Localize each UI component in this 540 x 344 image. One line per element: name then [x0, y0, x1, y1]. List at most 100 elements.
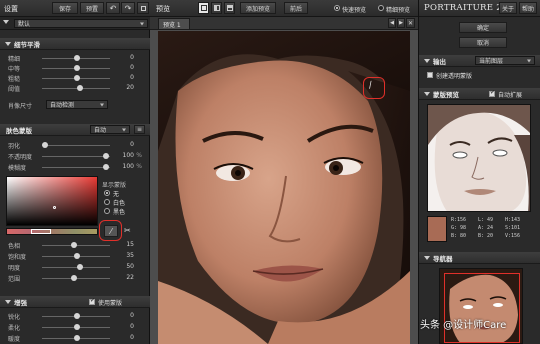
slider-knob[interactable] [77, 85, 84, 91]
tab-close-button[interactable]: ✕ [406, 18, 415, 28]
preset-dropdown[interactable]: 默认 [14, 19, 148, 28]
collapse-icon [424, 255, 430, 260]
undo-icon: ↶ [109, 3, 117, 13]
portrait-preview-image[interactable]: ⁄ [158, 31, 410, 344]
square-icon [140, 5, 146, 11]
about-button[interactable]: 关于 [499, 2, 517, 14]
range-handle[interactable] [31, 229, 51, 234]
slider-track[interactable] [42, 145, 110, 146]
section-title: 蒙版预览 [433, 90, 459, 99]
collapse-icon [424, 91, 430, 96]
hue-range-bar[interactable] [6, 228, 98, 235]
chevron-right-icon: ▶ [399, 20, 403, 26]
skin-color-field[interactable] [6, 176, 98, 226]
save-button[interactable]: 保存 [52, 2, 78, 14]
slider-value[interactable]: 0 [130, 141, 134, 148]
presets-label: 预置 [85, 5, 98, 13]
slider-knob[interactable] [74, 324, 80, 330]
use-mask-label: 使用蒙版 [98, 300, 123, 307]
watermark-text: 头条 @设计师Care [420, 320, 507, 331]
slider-row: 柔化 0 [0, 322, 148, 332]
slider-value[interactable]: 100 [123, 152, 134, 159]
redo-icon: ↷ [124, 3, 132, 13]
skin-mode-dropdown[interactable]: 自动 [90, 125, 130, 134]
enhance-section-header[interactable]: 增强 [0, 296, 150, 308]
slider-knob[interactable] [74, 65, 80, 71]
ok-button[interactable]: 确定 [459, 22, 507, 33]
slider-knob[interactable] [42, 142, 48, 148]
tab-preview-1[interactable]: 预览 1 [158, 18, 190, 29]
slider-label: 暖度 [8, 336, 21, 343]
color-picker-marker[interactable] [53, 206, 56, 209]
slider-value[interactable]: 0 [130, 54, 134, 61]
skin-menu-button[interactable]: ≡ [134, 125, 145, 134]
readout-l: L: 49 [478, 217, 494, 223]
size-dropdown[interactable]: 自动检测 [46, 100, 108, 109]
presets-button[interactable]: 预置 [80, 2, 104, 14]
slider-value[interactable]: 20 [126, 84, 134, 91]
slider-knob[interactable] [70, 275, 77, 281]
navigator-section-header[interactable]: 导航器 [419, 252, 540, 264]
output-value: 当前图层 [479, 58, 504, 65]
redo-button[interactable]: ↷ [121, 2, 135, 14]
side-view-button[interactable] [224, 2, 235, 14]
expand-button[interactable] [137, 2, 149, 14]
auto-expand-checkbox[interactable] [489, 89, 495, 97]
use-mask-checkbox[interactable] [89, 297, 95, 305]
slider-value[interactable]: 0 [130, 334, 134, 341]
slider-track[interactable] [42, 88, 110, 89]
slider-value[interactable]: 100 [123, 163, 134, 170]
output-dropdown[interactable]: 当前图层 [475, 56, 535, 65]
slider-knob[interactable] [74, 253, 80, 259]
mask-option-radio[interactable] [104, 190, 110, 196]
fine-preview-radio[interactable] [378, 5, 384, 11]
slider-row: 色相 15 [0, 240, 148, 250]
help-button[interactable]: 帮助 [519, 2, 537, 14]
slider-row: 模糊度 100% [0, 162, 148, 172]
eyedropper-minus-button[interactable]: ✂ [124, 226, 136, 237]
cancel-button[interactable]: 取消 [459, 37, 507, 48]
slider-value[interactable]: 0 [130, 64, 134, 71]
chevron-left-icon: ◀ [390, 20, 394, 26]
before-after-button[interactable]: 前后 [284, 2, 308, 14]
slider-track[interactable] [42, 267, 110, 268]
split-view-button[interactable] [211, 2, 222, 14]
slider-value[interactable]: 50 [126, 263, 134, 270]
tab-prev-button[interactable]: ◀ [388, 18, 396, 28]
slider-knob[interactable] [70, 242, 77, 248]
slider-track[interactable] [42, 167, 110, 168]
slider-knob[interactable] [102, 164, 109, 170]
slider-value[interactable]: 0 [130, 323, 134, 330]
readout-g: G: 98 [451, 225, 467, 231]
slider-knob[interactable] [77, 264, 84, 270]
slider-value[interactable]: 15 [126, 241, 134, 248]
navigator-thumbnail[interactable] [439, 268, 523, 344]
mask-option-radio[interactable] [104, 199, 110, 205]
slider-knob[interactable] [74, 55, 80, 61]
add-preview-button[interactable]: 添加预览 [240, 2, 276, 14]
slider-value[interactable]: 0 [130, 312, 134, 319]
single-view-button[interactable] [198, 2, 209, 14]
section-title: 输出 [433, 57, 446, 66]
undo-button[interactable]: ↶ [106, 2, 120, 14]
slider-knob[interactable] [74, 335, 80, 341]
tab-next-button[interactable]: ▶ [397, 18, 405, 28]
slider-label: 阈值 [8, 86, 21, 93]
slider-value[interactable]: 0 [130, 74, 134, 81]
slider-knob[interactable] [102, 153, 109, 159]
mask-option-radio[interactable] [104, 208, 110, 214]
mask-option-label: 白色 [113, 200, 126, 207]
close-icon: ✕ [407, 19, 414, 27]
slider-track[interactable] [42, 156, 110, 157]
slider-knob[interactable] [74, 313, 80, 319]
slider-value[interactable]: 35 [126, 252, 134, 259]
fast-preview-radio[interactable] [334, 5, 340, 11]
highlight-circle [99, 220, 122, 241]
color-readout: R:156 L: 49 H:143 G: 98 A: 24 S:101 B: 8… [451, 216, 533, 244]
slider-value[interactable]: 22 [126, 274, 134, 281]
slider-knob[interactable] [74, 75, 80, 81]
help-label: 帮助 [521, 5, 534, 13]
new-layer-checkbox[interactable] [427, 72, 433, 78]
detail-section-header[interactable]: 细节平滑 [0, 38, 150, 50]
navigator-viewport-frame[interactable] [444, 273, 520, 343]
